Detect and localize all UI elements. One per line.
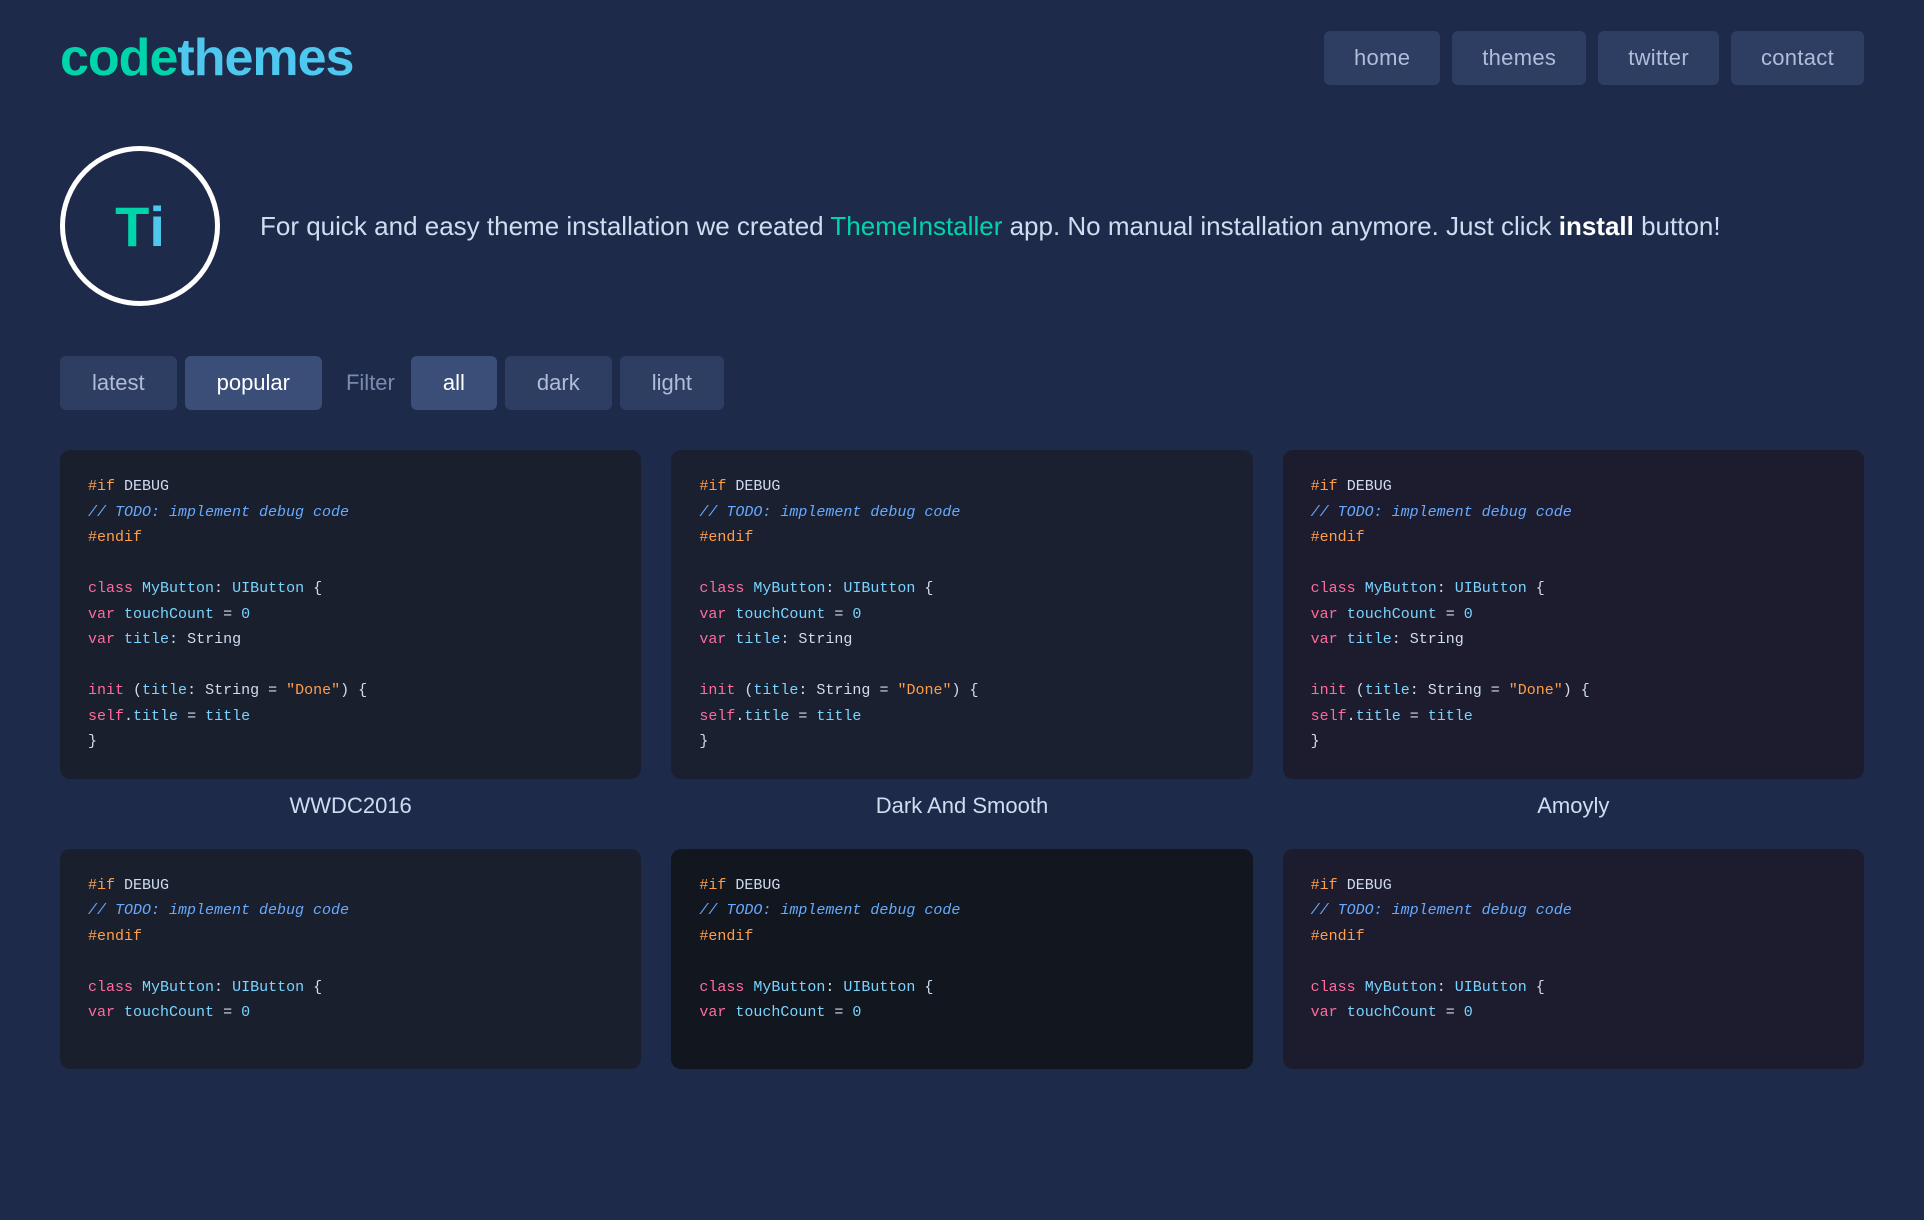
filter-label: Filter bbox=[346, 370, 395, 396]
theme-card-amoyly[interactable]: #if DEBUG // TODO: implement debug code … bbox=[1283, 450, 1864, 819]
code-preview-6: #if DEBUG // TODO: implement debug code … bbox=[1283, 849, 1864, 1069]
theme-card-5[interactable]: #if DEBUG // TODO: implement debug code … bbox=[671, 849, 1252, 1083]
hero-text-end: button! bbox=[1634, 211, 1721, 241]
hero-section: Ti For quick and easy theme installation… bbox=[0, 116, 1924, 356]
theme-grid: #if DEBUG // TODO: implement debug code … bbox=[0, 450, 1924, 1143]
code-preview-5: #if DEBUG // TODO: implement debug code … bbox=[671, 849, 1252, 1069]
filter-popular[interactable]: popular bbox=[185, 356, 322, 410]
theme-card-4[interactable]: #if DEBUG // TODO: implement debug code … bbox=[60, 849, 641, 1083]
theme-card-wwdc2016[interactable]: #if DEBUG // TODO: implement debug code … bbox=[60, 450, 641, 819]
code-preview-4: #if DEBUG // TODO: implement debug code … bbox=[60, 849, 641, 1069]
filter-bar: latest popular Filter all dark light bbox=[0, 356, 1924, 450]
header: codethemes home themes twitter contact bbox=[0, 0, 1924, 116]
code-preview-2: #if DEBUG // TODO: implement debug code … bbox=[671, 450, 1252, 779]
hero-text-after: app. No manual installation anymore. Jus… bbox=[1002, 211, 1558, 241]
theme-name-1: WWDC2016 bbox=[290, 793, 412, 819]
ti-letter-i: i bbox=[149, 194, 165, 259]
theme-card-dark-smooth[interactable]: #if DEBUG // TODO: implement debug code … bbox=[671, 450, 1252, 819]
nav-themes[interactable]: themes bbox=[1452, 31, 1586, 85]
ti-letter-t: T bbox=[115, 194, 149, 259]
logo: codethemes bbox=[60, 28, 353, 88]
nav-twitter[interactable]: twitter bbox=[1598, 31, 1719, 85]
code-preview-3: #if DEBUG // TODO: implement debug code … bbox=[1283, 450, 1864, 779]
theme-name-2: Dark And Smooth bbox=[876, 793, 1048, 819]
nav: home themes twitter contact bbox=[1324, 31, 1864, 85]
filter-all[interactable]: all bbox=[411, 356, 497, 410]
theme-card-6[interactable]: #if DEBUG // TODO: implement debug code … bbox=[1283, 849, 1864, 1083]
nav-home[interactable]: home bbox=[1324, 31, 1440, 85]
hero-text: For quick and easy theme installation we… bbox=[260, 206, 1721, 246]
logo-code: code bbox=[60, 29, 177, 87]
filter-dark[interactable]: dark bbox=[505, 356, 612, 410]
hero-text-before: For quick and easy theme installation we… bbox=[260, 211, 830, 241]
theme-name-3: Amoyly bbox=[1537, 793, 1609, 819]
theme-installer-link[interactable]: ThemeInstaller bbox=[830, 211, 1002, 241]
logo-themes: themes bbox=[177, 29, 353, 87]
filter-light[interactable]: light bbox=[620, 356, 724, 410]
code-preview-1: #if DEBUG // TODO: implement debug code … bbox=[60, 450, 641, 779]
filter-latest[interactable]: latest bbox=[60, 356, 177, 410]
hero-bold: install bbox=[1559, 211, 1634, 241]
nav-contact[interactable]: contact bbox=[1731, 31, 1864, 85]
ti-logo: Ti bbox=[60, 146, 220, 306]
